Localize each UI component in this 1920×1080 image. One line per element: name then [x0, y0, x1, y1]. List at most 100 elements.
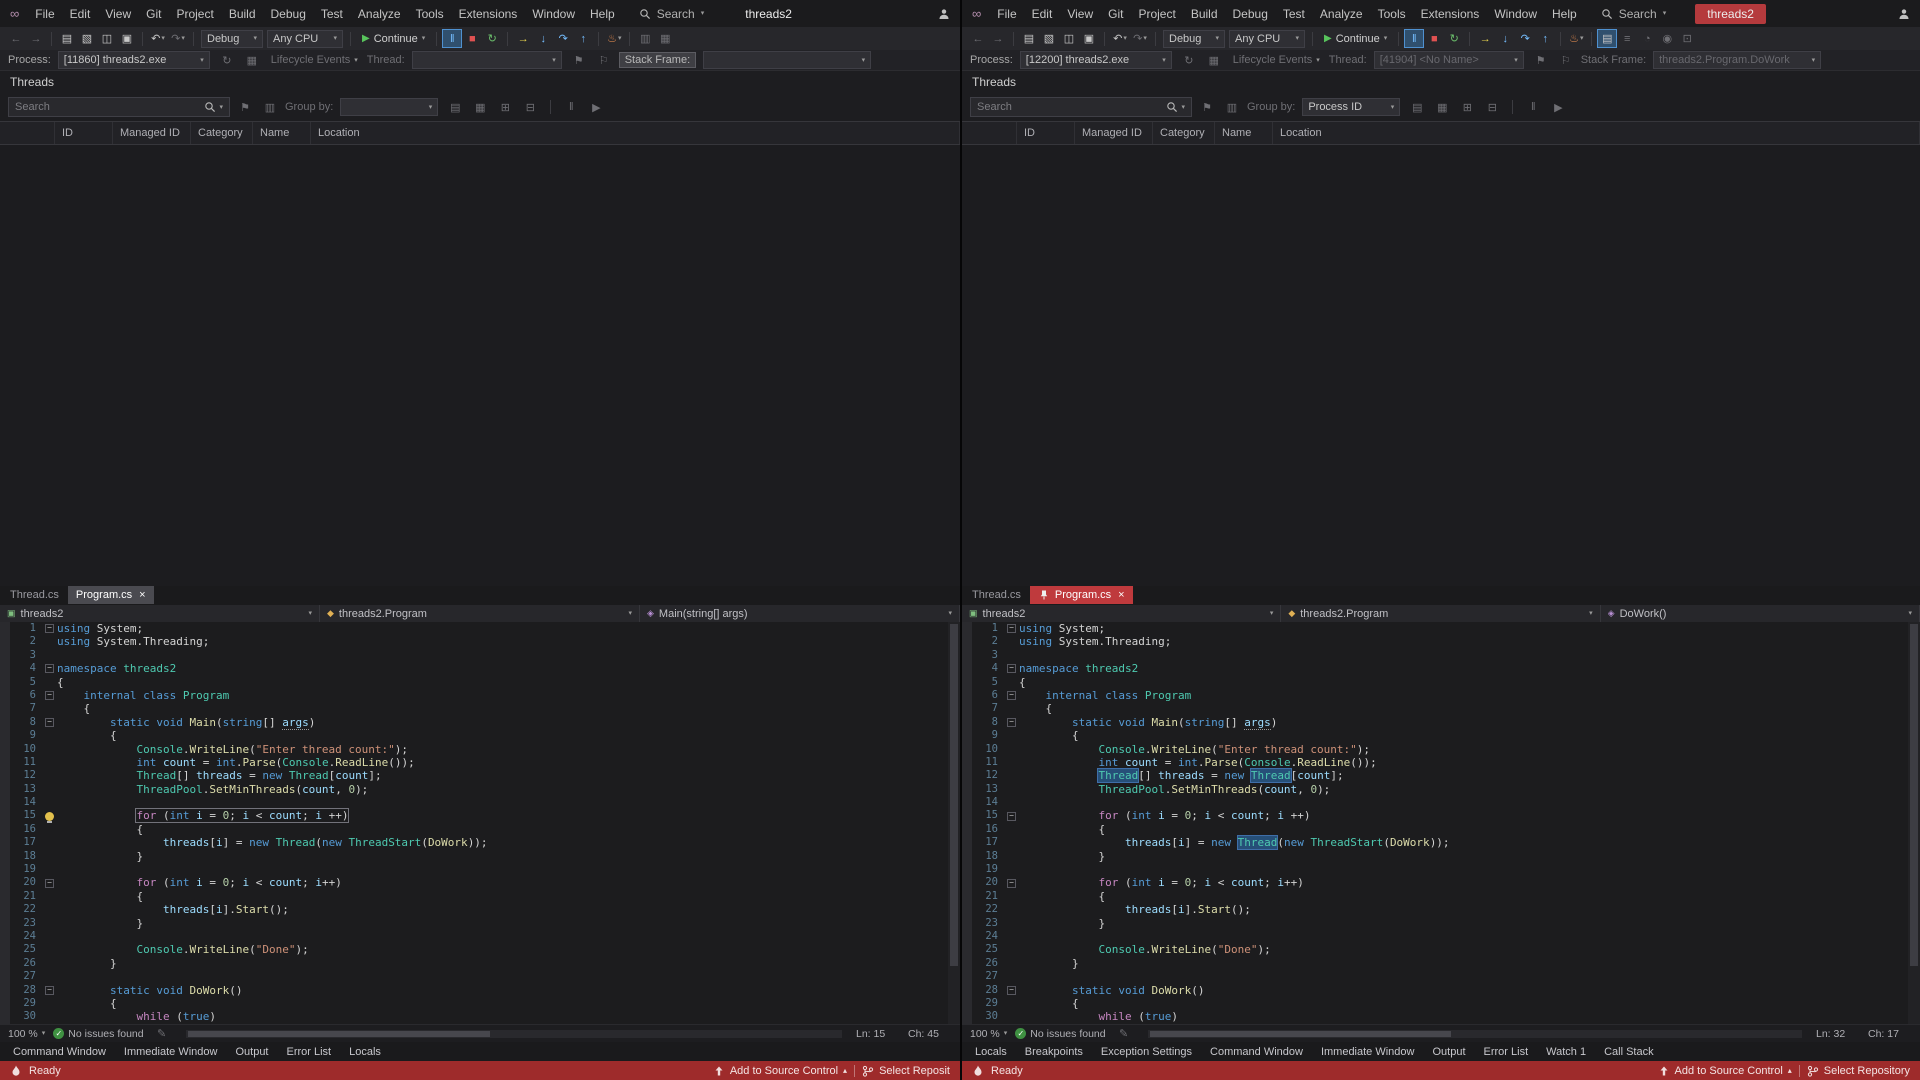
add-to-source-control-button[interactable]: Add to Source Control ▴ [1658, 1065, 1792, 1077]
hot-reload-icon[interactable]: ♨ ▾ [604, 29, 624, 48]
menu-git[interactable]: Git [1101, 5, 1130, 23]
save-icon[interactable]: ◫ [97, 29, 117, 48]
columns-icon[interactable]: ▦ [470, 98, 490, 117]
column-header-name[interactable]: Name [1215, 122, 1273, 144]
new-project-icon[interactable]: ▤ [57, 29, 77, 48]
tab-program-cs[interactable]: Program.cs × [67, 586, 154, 604]
column-header-id[interactable]: ID [1017, 122, 1075, 144]
breakpoint-margin[interactable] [0, 983, 10, 997]
breakpoint-margin[interactable] [0, 876, 10, 890]
close-icon[interactable]: × [139, 589, 145, 601]
breakpoint-margin[interactable] [0, 675, 10, 689]
collapse-region-icon[interactable]: − [45, 691, 54, 701]
breakpoint-margin[interactable] [962, 742, 972, 756]
navigate-backward-icon[interactable]: ← [968, 29, 988, 48]
document-health-indicator[interactable]: ✓ No issues found [1015, 1028, 1106, 1040]
collapse-all-icon[interactable]: ⊟ [520, 98, 540, 117]
breakpoint-margin[interactable] [0, 648, 10, 663]
redo-icon[interactable]: ↷ ▾ [1130, 29, 1150, 48]
process-combo[interactable]: [12200] threads2.exe ▾ [1019, 51, 1172, 69]
menu-test[interactable]: Test [314, 5, 350, 23]
breakpoint-margin[interactable] [0, 702, 10, 716]
collapse-region-icon[interactable]: − [1007, 717, 1016, 727]
lifecycle-events-dropdown[interactable]: Lifecycle Events ▾ [267, 54, 362, 66]
breakpoint-margin[interactable] [962, 769, 972, 783]
collapse-all-icon[interactable]: ⊟ [1482, 98, 1502, 117]
breakpoint-margin[interactable] [962, 796, 972, 810]
expand-all-icon[interactable]: ⊞ [495, 98, 515, 117]
column-header-id[interactable]: ID [55, 122, 113, 144]
titlebar-right[interactable] [938, 8, 950, 20]
breakpoint-margin[interactable] [962, 648, 972, 663]
column-header-managed-id[interactable]: Managed ID [1075, 122, 1153, 144]
flag-thread-icon[interactable]: ⚑ [569, 51, 589, 70]
bottom-tab-error-list[interactable]: Error List [278, 1044, 341, 1060]
select-repository-button[interactable]: Select Reposit [862, 1065, 950, 1077]
breakpoint-margin[interactable] [962, 929, 972, 944]
toolbar-options-icon[interactable]: ▦ [655, 29, 675, 48]
titlebar-search[interactable]: Search ▾ [639, 7, 704, 21]
breakpoint-margin[interactable] [0, 929, 10, 944]
columns-picker-icon[interactable]: ▥ [260, 98, 280, 117]
undo-icon[interactable]: ↶ ▾ [148, 29, 168, 48]
breakpoint-margin[interactable] [962, 876, 972, 890]
collapse-region-icon[interactable]: − [45, 624, 54, 634]
continue-button[interactable]: ▶ Continue ▾ [1318, 33, 1393, 45]
restart-icon[interactable]: ↻ [1444, 29, 1464, 48]
breakpoint-margin[interactable] [962, 782, 972, 797]
menu-tools[interactable]: Tools [409, 5, 451, 23]
menu-debug[interactable]: Debug [1226, 5, 1275, 23]
select-repository-button[interactable]: Select Repository [1807, 1065, 1910, 1077]
breakpoint-margin[interactable] [0, 622, 10, 636]
undo-icon[interactable]: ↶ ▾ [1110, 29, 1130, 48]
breakpoint-margin[interactable] [0, 729, 10, 743]
breakpoint-margin[interactable] [962, 863, 972, 877]
breakpoint-margin[interactable] [0, 996, 10, 1011]
column-header-location[interactable]: Location [1273, 122, 1920, 144]
flat-list-icon[interactable]: ▤ [1407, 98, 1427, 117]
navigate-forward-icon[interactable]: → [988, 29, 1008, 48]
column-header-location[interactable]: Location [311, 122, 960, 144]
breakpoint-margin[interactable] [962, 903, 972, 917]
show-threads-in-source-icon[interactable]: ▤ [1597, 29, 1618, 48]
freeze-threads-icon[interactable]: ‖ [561, 98, 581, 117]
document-health-indicator[interactable]: ✓ No issues found [53, 1028, 144, 1040]
nav-dropdown-1[interactable]: ◆ threads2.Program ▾ [320, 605, 640, 622]
menu-debug[interactable]: Debug [264, 5, 313, 23]
columns-icon[interactable]: ▦ [1432, 98, 1452, 117]
menu-analyze[interactable]: Analyze [351, 5, 408, 23]
menu-project[interactable]: Project [169, 5, 220, 23]
breakpoint-margin[interactable] [0, 809, 10, 823]
scrollbar-thumb[interactable] [187, 1030, 490, 1037]
freeze-threads-icon[interactable]: ‖ [1523, 98, 1543, 117]
column-header-flag[interactable] [962, 122, 1017, 144]
flagged-threads-icon[interactable]: ⚑ [235, 98, 255, 117]
collapse-region-icon[interactable]: − [1007, 878, 1016, 888]
tab-thread-cs[interactable]: Thread.cs [2, 586, 67, 604]
breakpoint-margin[interactable] [962, 836, 972, 850]
restart-icon[interactable]: ↻ [482, 29, 502, 48]
threads-search-input[interactable]: Search ▾ [970, 97, 1192, 117]
nav-dropdown-2[interactable]: ◈ Main(string[] args) ▾ [640, 605, 960, 622]
scrollbar-thumb[interactable] [1910, 624, 1918, 966]
bottom-tab-locals[interactable]: Locals [966, 1044, 1016, 1060]
breakpoint-margin[interactable] [0, 1010, 10, 1024]
bottom-tab-command-window[interactable]: Command Window [4, 1044, 115, 1060]
column-header-category[interactable]: Category [1153, 122, 1215, 144]
breakpoint-margin[interactable] [962, 983, 972, 997]
breakpoint-margin[interactable] [962, 675, 972, 689]
track-changes-icon[interactable]: ✎ [152, 1024, 172, 1043]
collapse-region-icon[interactable]: − [1007, 624, 1016, 634]
breakpoint-margin[interactable] [0, 742, 10, 756]
nav-dropdown-0[interactable]: ▣ threads2 ▾ [962, 605, 1282, 622]
nav-dropdown-0[interactable]: ▣ threads2 ▾ [0, 605, 320, 622]
breakpoint-margin[interactable] [962, 943, 972, 957]
solution-configurations-combo[interactable]: Debug ▾ [201, 29, 263, 48]
breakpoint-margin[interactable] [0, 755, 10, 770]
columns-picker-icon[interactable]: ▥ [1222, 98, 1242, 117]
titlebar-right[interactable] [1898, 8, 1910, 20]
stack-frame-combo[interactable]: threads2.Program.DoWork ▾ [1653, 51, 1822, 69]
scrollbar-thumb[interactable] [950, 624, 958, 966]
step-over-icon[interactable]: ↷ [553, 29, 573, 48]
column-header-managed-id[interactable]: Managed ID [113, 122, 191, 144]
